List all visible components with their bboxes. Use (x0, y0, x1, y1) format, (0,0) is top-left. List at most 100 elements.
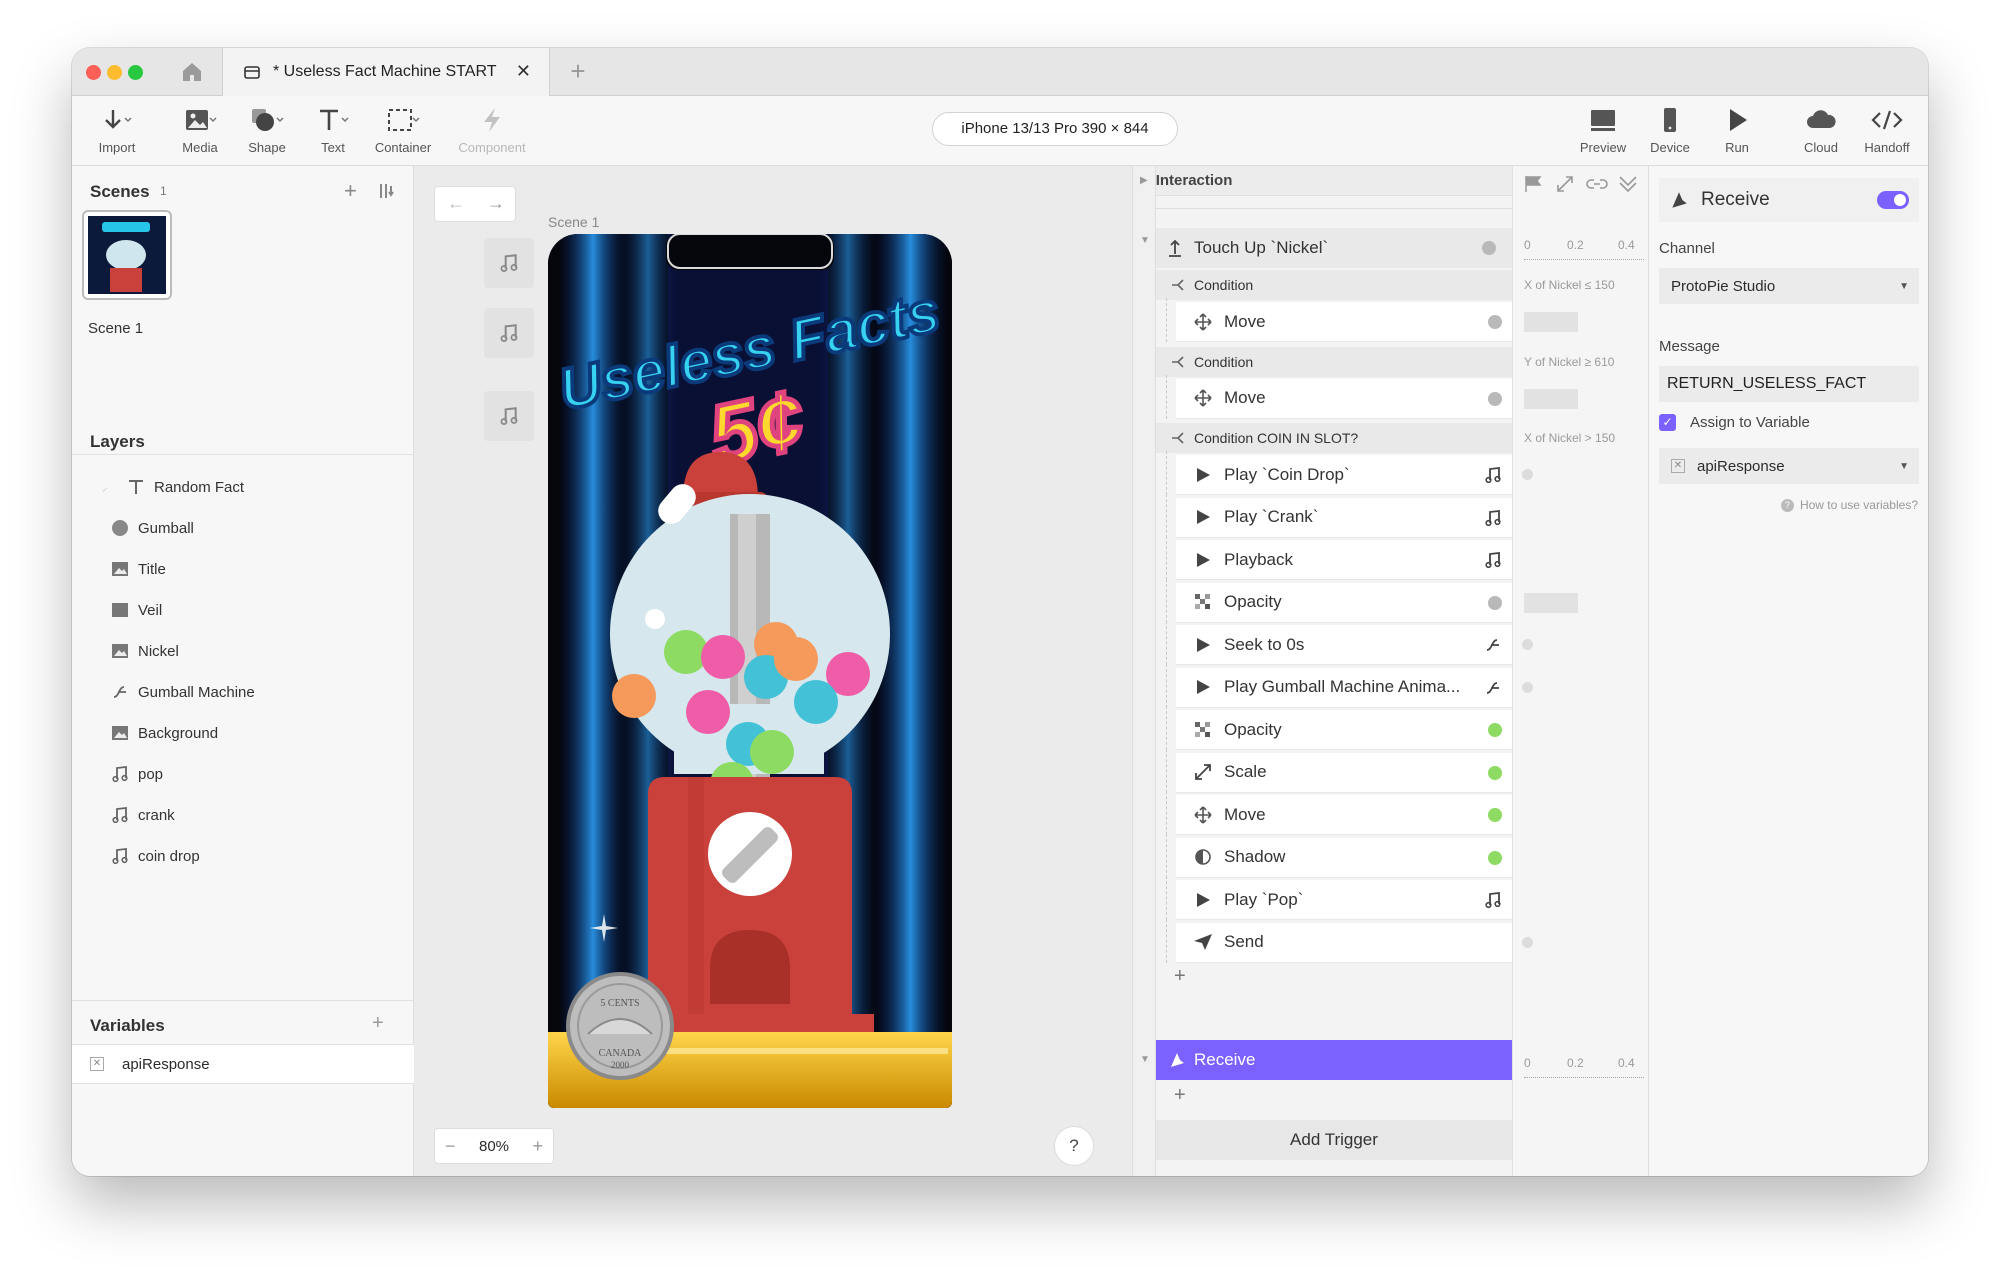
home-icon[interactable] (180, 60, 204, 84)
collapse-arrow-icon[interactable]: ▶ (1140, 175, 1148, 186)
response-row-play-crank[interactable]: Play `Crank` (1176, 497, 1512, 538)
enable-toggle[interactable] (1877, 191, 1909, 209)
new-tab-button[interactable]: + (562, 56, 594, 88)
layer-background[interactable]: Background (102, 718, 218, 748)
device-button[interactable]: Device (1635, 106, 1705, 155)
play-icon (1190, 466, 1216, 484)
layer-random-fact[interactable]: ⸝ Random Fact (102, 472, 244, 502)
condition-label: Condition (1194, 277, 1254, 293)
cloud-button[interactable]: Cloud (1786, 106, 1856, 155)
handoff-button[interactable]: Handoff (1852, 106, 1922, 155)
zoom-out-button[interactable]: − (445, 1136, 456, 1157)
timeline-instant-marker[interactable] (1522, 469, 1533, 480)
trigger-receive[interactable]: Receive (1156, 1040, 1512, 1080)
media-button[interactable]: Media (165, 106, 235, 155)
cloud-icon (1807, 110, 1836, 128)
preview-icon (1591, 110, 1615, 131)
response-row-seek-to-0s[interactable]: Seek to 0s (1176, 625, 1512, 665)
timeline-duration-bar[interactable] (1524, 312, 1578, 332)
link-icon[interactable] (1585, 174, 1609, 194)
timeline-instant-marker[interactable] (1522, 681, 1533, 693)
shape-button[interactable]: Shape (232, 106, 302, 155)
layer-title[interactable]: Title (102, 554, 166, 584)
music-note-icon (1484, 891, 1502, 914)
response-row-move[interactable]: Move (1176, 795, 1512, 835)
zoom-window-button[interactable] (128, 65, 143, 80)
flag-icon[interactable] (1523, 174, 1545, 194)
variable-select[interactable]: ✕ apiResponse ▼ (1659, 448, 1919, 484)
move-icon (1190, 312, 1216, 332)
response-row-play-coin-drop[interactable]: Play `Coin Drop` (1176, 455, 1512, 495)
response-row-scale[interactable]: Scale (1176, 752, 1512, 793)
music-note-icon (1484, 551, 1502, 574)
trigger-collapse-icon[interactable]: ▼ (1140, 1054, 1150, 1065)
layer-gumball-machine[interactable]: Gumball Machine (102, 677, 255, 707)
response-row-move[interactable]: Move (1176, 378, 1512, 419)
add-response-button[interactable]: + (1174, 1084, 1186, 1107)
tree-connector (1166, 918, 1176, 963)
response-row-shadow[interactable]: Shadow (1176, 837, 1512, 878)
timeline-duration-bar[interactable] (1524, 388, 1578, 409)
message-input[interactable]: RETURN_USELESS_FACT (1659, 366, 1919, 402)
audio-layer-chip-coin-drop[interactable] (484, 238, 534, 288)
canvas-area[interactable]: ← → Scene 1 Useless Facts 5¢ 5 CENTS CAN… (414, 166, 1132, 1176)
response-row-playback[interactable]: Playback (1176, 540, 1512, 580)
trigger-collapse-icon[interactable]: ▼ (1140, 235, 1150, 246)
container-button[interactable]: Container (368, 106, 438, 155)
response-row-opacity[interactable]: Opacity (1176, 710, 1512, 750)
zoom-in-button[interactable]: + (532, 1136, 543, 1157)
trigger-touch-up-nickel[interactable]: Touch Up `Nickel` (1156, 228, 1512, 268)
add-trigger-button[interactable]: Add Trigger (1156, 1120, 1512, 1160)
variables-help-link[interactable]: ? How to use variables? (1780, 498, 1918, 512)
status-dot (1488, 723, 1502, 737)
preview-button[interactable]: Preview (1568, 106, 1638, 155)
response-row-play-gumball-machine-anima[interactable]: Play Gumball Machine Anima... (1176, 667, 1512, 708)
response-row-play-pop[interactable]: Play `Pop` (1176, 880, 1512, 920)
layer-gumball[interactable]: Gumball (102, 513, 194, 543)
channel-select[interactable]: ProtoPie Studio ▼ (1659, 268, 1919, 304)
response-row-opacity[interactable]: Opacity (1176, 582, 1512, 623)
response-row-move[interactable]: Move (1176, 302, 1512, 342)
help-button[interactable]: ? (1054, 1126, 1094, 1166)
audio-layer-chip-pop[interactable] (484, 391, 534, 441)
layer-veil[interactable]: Veil (102, 595, 162, 625)
variable-row-apiresponse[interactable]: ✕ apiResponse (72, 1044, 414, 1084)
import-button[interactable]: Import (82, 106, 152, 155)
response-row-send[interactable]: Send (1176, 922, 1512, 963)
assign-to-variable-checkbox[interactable]: ✓ (1659, 414, 1676, 431)
layer-nickel[interactable]: Nickel (102, 636, 179, 666)
collapse-all-icon[interactable] (1617, 174, 1639, 194)
undo-arrow-icon[interactable]: ← (447, 193, 465, 214)
document-tab[interactable]: * Useless Fact Machine START ✕ (222, 48, 550, 96)
add-scene-button[interactable]: + (344, 178, 357, 204)
run-label: Run (1725, 140, 1749, 155)
scene-view-options-icon[interactable] (378, 182, 398, 205)
layer-crank[interactable]: crank (102, 800, 175, 830)
trigger-label: Touch Up `Nickel` (1194, 238, 1329, 257)
condition-row-condition[interactable]: Condition (1156, 346, 1512, 377)
text-button[interactable]: Text (298, 106, 368, 155)
condition-row-condition[interactable]: Condition (1156, 270, 1512, 300)
zoom-level[interactable]: 80% (479, 1138, 509, 1155)
timeline-instant-marker[interactable] (1522, 639, 1533, 650)
layer-pop[interactable]: pop (102, 759, 163, 789)
close-window-button[interactable] (86, 65, 101, 80)
close-tab-icon[interactable]: ✕ (516, 61, 531, 82)
minimize-window-button[interactable] (107, 65, 122, 80)
variable-type-icon: ✕ (90, 1057, 104, 1071)
timeline-duration-bar[interactable] (1524, 592, 1578, 613)
run-button[interactable]: Run (1702, 106, 1772, 155)
assign-to-variable-row[interactable]: ✓ Assign to Variable (1659, 414, 1810, 431)
add-variable-button[interactable]: + (372, 1012, 384, 1035)
component-button[interactable]: Component (452, 106, 532, 155)
timeline-instant-marker[interactable] (1522, 936, 1533, 948)
add-response-button[interactable]: + (1174, 965, 1186, 988)
layer-coin-drop[interactable]: coin drop (102, 841, 200, 871)
expand-icon[interactable] (1555, 174, 1575, 194)
phone-frame[interactable]: Useless Facts 5¢ 5 CENTS CANADA 2000 (548, 234, 952, 1108)
device-size-selector[interactable]: iPhone 13/13 Pro 390 × 844 (932, 112, 1178, 146)
condition-row-condition-coin-in-slot[interactable]: Condition COIN IN SLOT? (1156, 423, 1512, 453)
audio-layer-chip-crank[interactable] (484, 308, 534, 358)
scene-thumbnail[interactable] (82, 210, 172, 300)
redo-arrow-icon[interactable]: → (487, 193, 505, 214)
